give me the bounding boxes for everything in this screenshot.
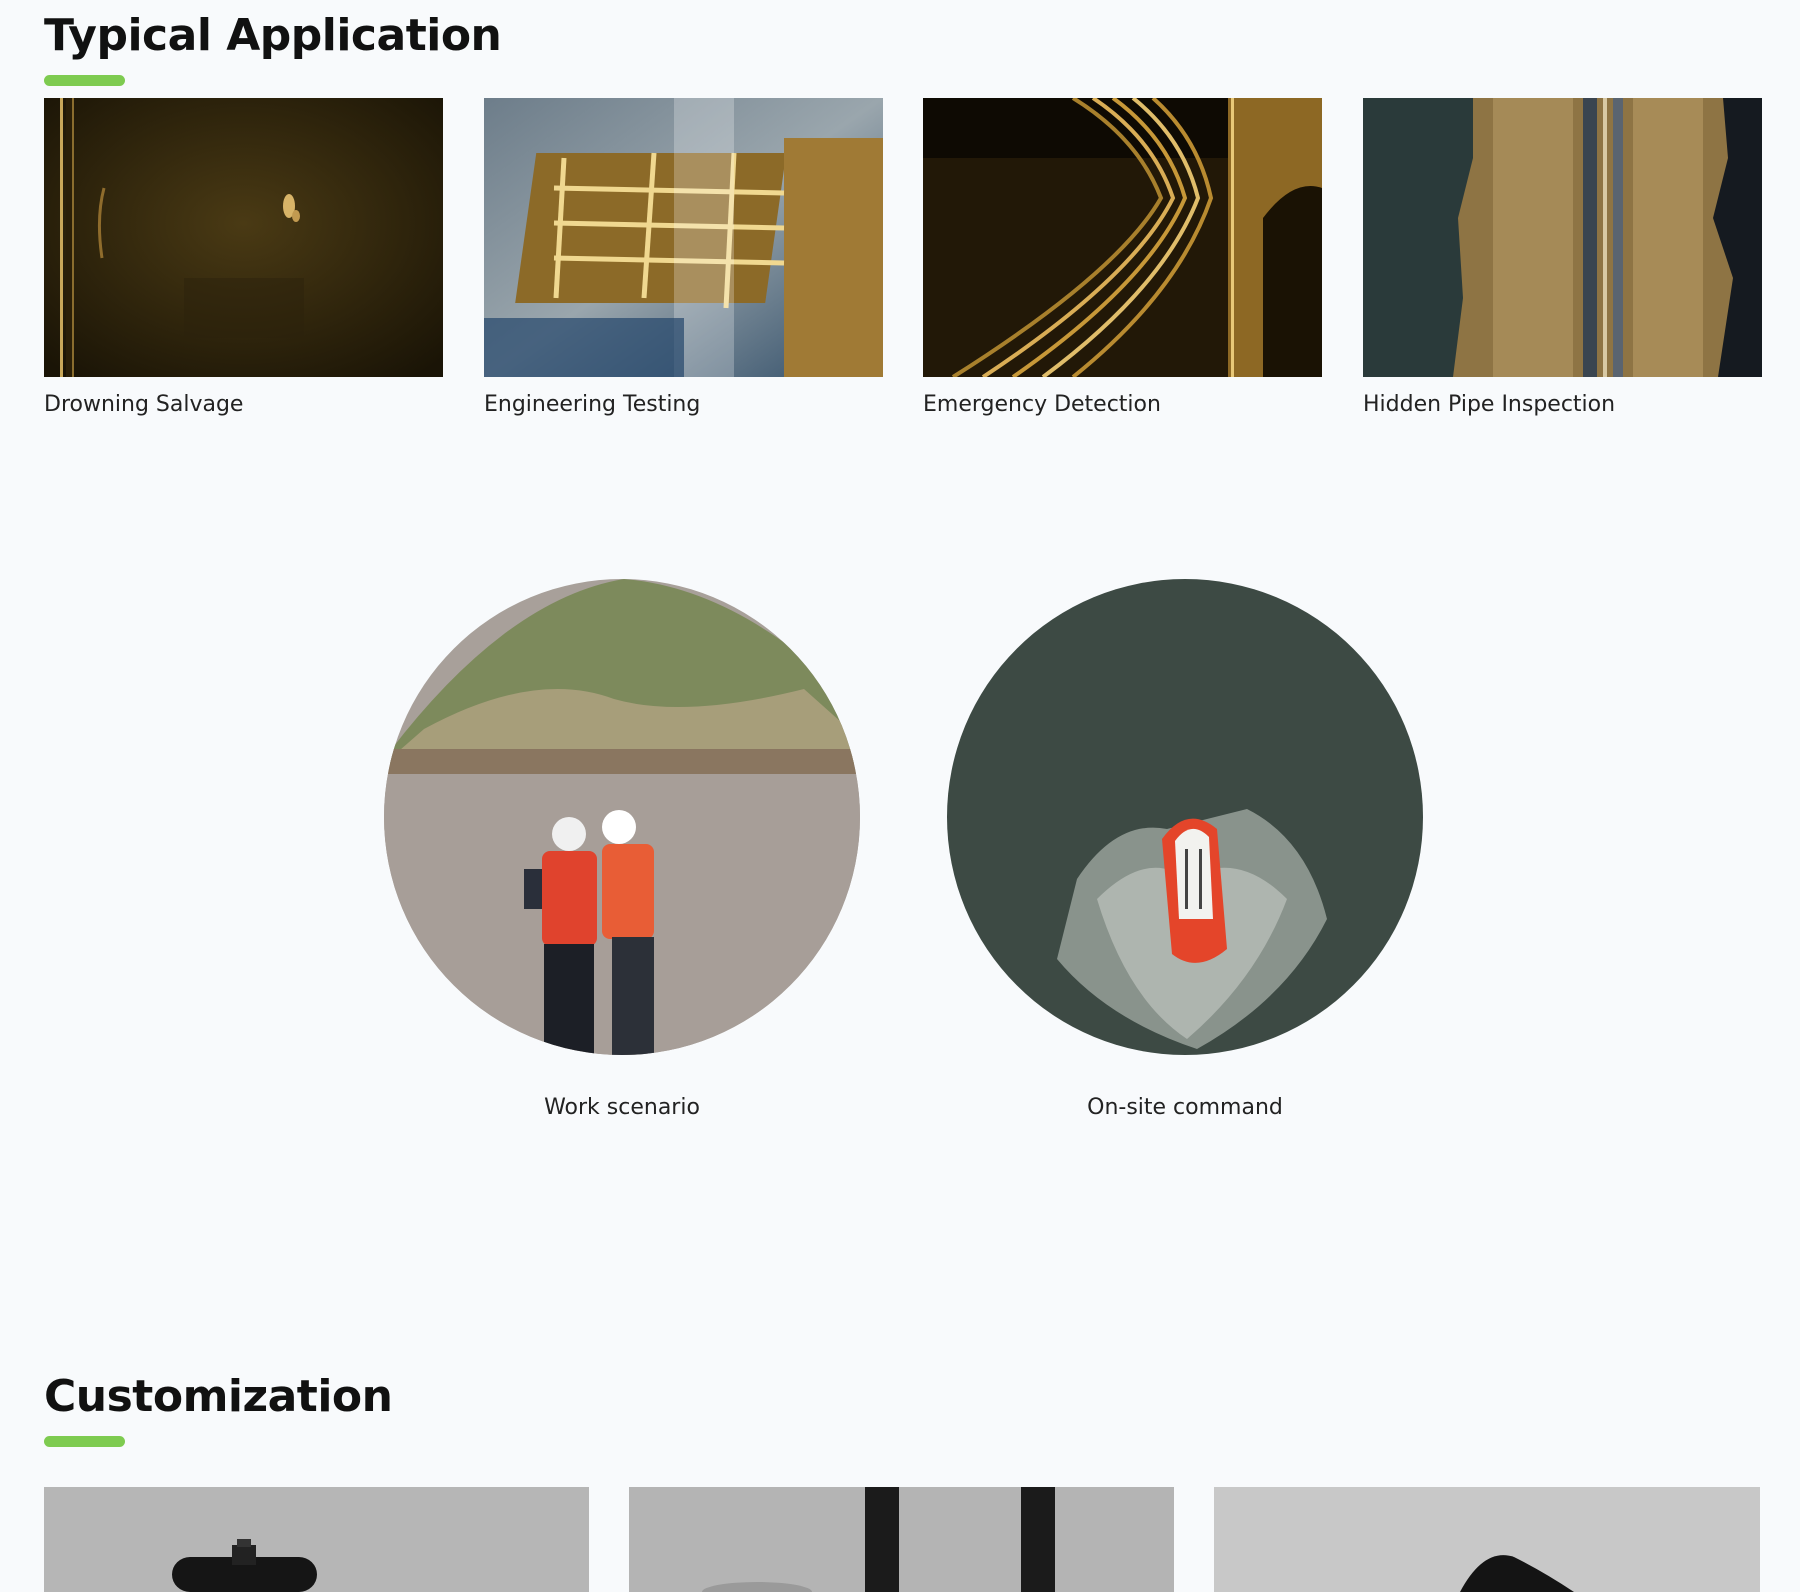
customization-card[interactable] bbox=[1214, 1487, 1760, 1592]
transducer-product-photo bbox=[1214, 1487, 1760, 1592]
scene-caption: On-site command bbox=[1087, 1095, 1283, 1120]
sonar-image-emergency-detection bbox=[923, 98, 1322, 377]
customization-card[interactable] bbox=[629, 1487, 1174, 1592]
mounting-pole-product-photo bbox=[629, 1487, 1174, 1592]
application-card-drowning-salvage[interactable]: Drowning Salvage bbox=[44, 98, 443, 417]
title-accent-bar bbox=[44, 1436, 125, 1447]
scene-caption: Work scenario bbox=[544, 1095, 700, 1120]
customization-title: Customization bbox=[44, 1371, 393, 1422]
sonar-image-hidden-pipe-inspection bbox=[1363, 98, 1762, 377]
application-caption: Hidden Pipe Inspection bbox=[1363, 392, 1616, 417]
page: Typical Application Drowning Salvage Eng… bbox=[0, 0, 1800, 1592]
customization-card[interactable] bbox=[44, 1487, 589, 1592]
application-caption: Engineering Testing bbox=[484, 392, 701, 417]
application-caption: Emergency Detection bbox=[923, 392, 1161, 417]
workers-at-riverbank-photo bbox=[384, 579, 860, 1055]
sonar-image-engineering-testing bbox=[484, 98, 883, 377]
application-card-emergency-detection[interactable]: Emergency Detection bbox=[923, 98, 1322, 417]
sonar-device-product-photo bbox=[44, 1487, 589, 1592]
application-caption: Drowning Salvage bbox=[44, 392, 244, 417]
scene-work-scenario[interactable]: Work scenario bbox=[384, 579, 860, 1120]
orange-survey-boat-aerial-photo bbox=[947, 579, 1423, 1055]
typical-application-title: Typical Application bbox=[44, 10, 502, 61]
scene-on-site-command[interactable]: On-site command bbox=[947, 579, 1423, 1120]
application-card-hidden-pipe-inspection[interactable]: Hidden Pipe Inspection bbox=[1363, 98, 1762, 417]
title-accent-bar bbox=[44, 75, 125, 86]
sonar-image-drowning-salvage bbox=[44, 98, 443, 377]
application-card-engineering-testing[interactable]: Engineering Testing bbox=[484, 98, 883, 417]
